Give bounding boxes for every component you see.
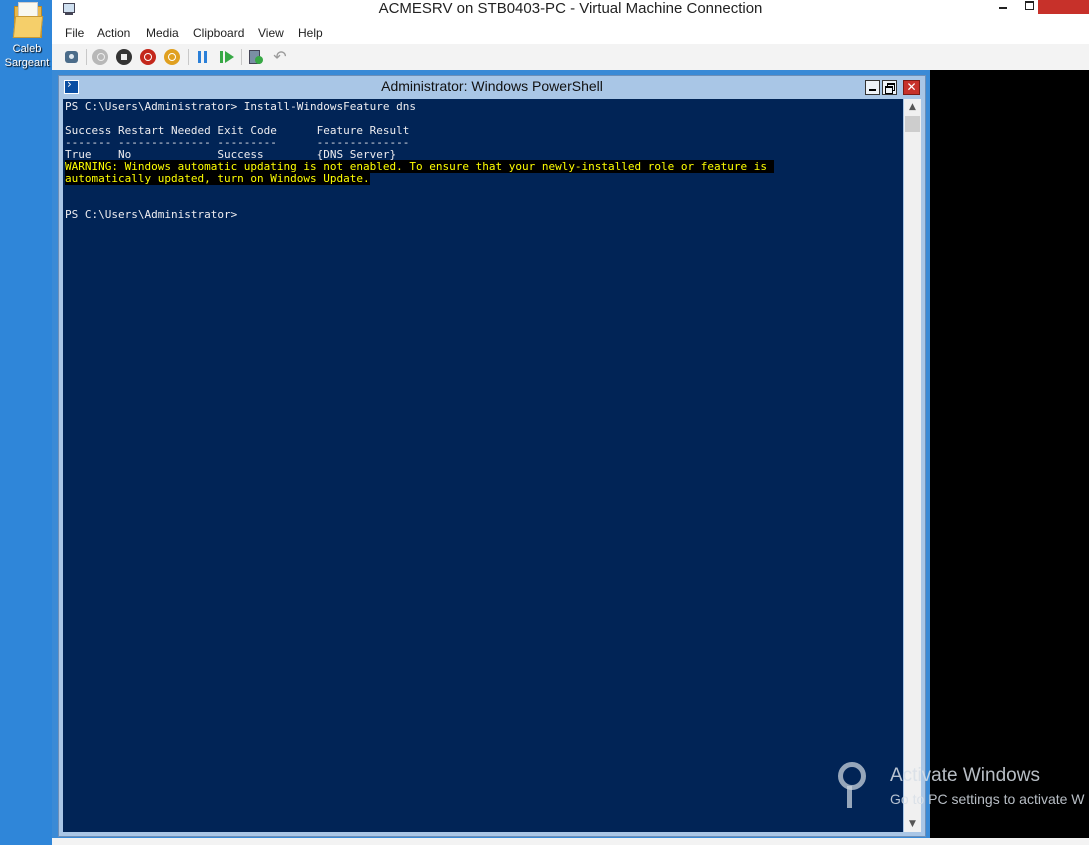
revert-icon[interactable]: ↶ [272, 49, 288, 65]
vm-connection-window: ACMESRV on STB0403-PC - Virtual Machine … [52, 0, 1089, 845]
menu-file[interactable]: File [65, 26, 84, 40]
reset-icon[interactable] [219, 49, 235, 65]
desktop-folder-label: Caleb Sargeant [4, 43, 50, 69]
save-icon[interactable] [164, 49, 180, 65]
console-line: PS C:\Users\Administrator> [65, 208, 238, 221]
menu-media[interactable]: Media [146, 26, 179, 40]
toolbar-separator [241, 49, 242, 65]
checkpoint-icon[interactable] [248, 49, 264, 65]
toolbar-separator [188, 49, 189, 65]
ps-restore-button[interactable] [882, 80, 897, 95]
status-bar [52, 838, 1089, 845]
powershell-window: Administrator: Windows PowerShell ✕ PS C… [58, 75, 926, 837]
watermark-subtitle: Go to PC settings to activate W [890, 791, 1085, 807]
toolbar-separator [86, 49, 87, 65]
vm-window-title: ACMESRV on STB0403-PC - Virtual Machine … [378, 0, 763, 17]
vm-titlebar: ACMESRV on STB0403-PC - Virtual Machine … [52, 0, 1089, 20]
powershell-title: Administrator: Windows PowerShell [381, 78, 603, 94]
menu-help[interactable]: Help [298, 26, 323, 40]
powershell-titlebar[interactable]: Administrator: Windows PowerShell ✕ [59, 76, 925, 98]
watermark-title: Activate Windows [890, 765, 1040, 786]
ps-minimize-button[interactable] [865, 80, 880, 95]
key-icon [836, 760, 882, 810]
pause-icon[interactable] [195, 49, 211, 65]
close-button[interactable] [1038, 0, 1089, 14]
shutdown-icon[interactable] [140, 49, 156, 65]
menu-action[interactable]: Action [97, 26, 130, 40]
console-line: PS C:\Users\Administrator> Install-Windo… [65, 100, 416, 113]
console-output[interactable]: PS C:\Users\Administrator> Install-Windo… [63, 99, 903, 832]
menu-clipboard[interactable]: Clipboard [193, 26, 244, 40]
vm-screen[interactable]: Administrator: Windows PowerShell ✕ PS C… [52, 70, 1089, 845]
minimize-button[interactable] [992, 0, 1016, 14]
start-icon[interactable] [92, 49, 108, 65]
console-warning-line: automatically updated, turn on Windows U… [65, 172, 370, 185]
desktop: Caleb Sargeant [0, 0, 52, 845]
activate-windows-watermark: Activate Windows Go to PC settings to ac… [836, 760, 1089, 812]
ctrl-alt-del-icon[interactable] [64, 49, 80, 65]
menu-view[interactable]: View [258, 26, 284, 40]
desktop-folder-item[interactable]: Caleb Sargeant [2, 2, 52, 70]
scroll-thumb[interactable] [905, 116, 920, 132]
console-scrollbar[interactable]: ▲ ▼ [904, 99, 921, 832]
ps-close-button[interactable]: ✕ [903, 80, 920, 95]
scroll-up-icon[interactable]: ▲ [904, 99, 921, 115]
turn-off-icon[interactable] [116, 49, 132, 65]
menu-bar: File Action Media Clipboard View Help [52, 24, 1089, 44]
scroll-down-icon[interactable]: ▼ [904, 816, 921, 832]
folder-icon [12, 2, 44, 38]
screen-black-area [930, 70, 1089, 839]
toolbar: ↶ [52, 44, 1089, 70]
console-text: PS C:\Users\Administrator> Install-Windo… [63, 99, 903, 221]
